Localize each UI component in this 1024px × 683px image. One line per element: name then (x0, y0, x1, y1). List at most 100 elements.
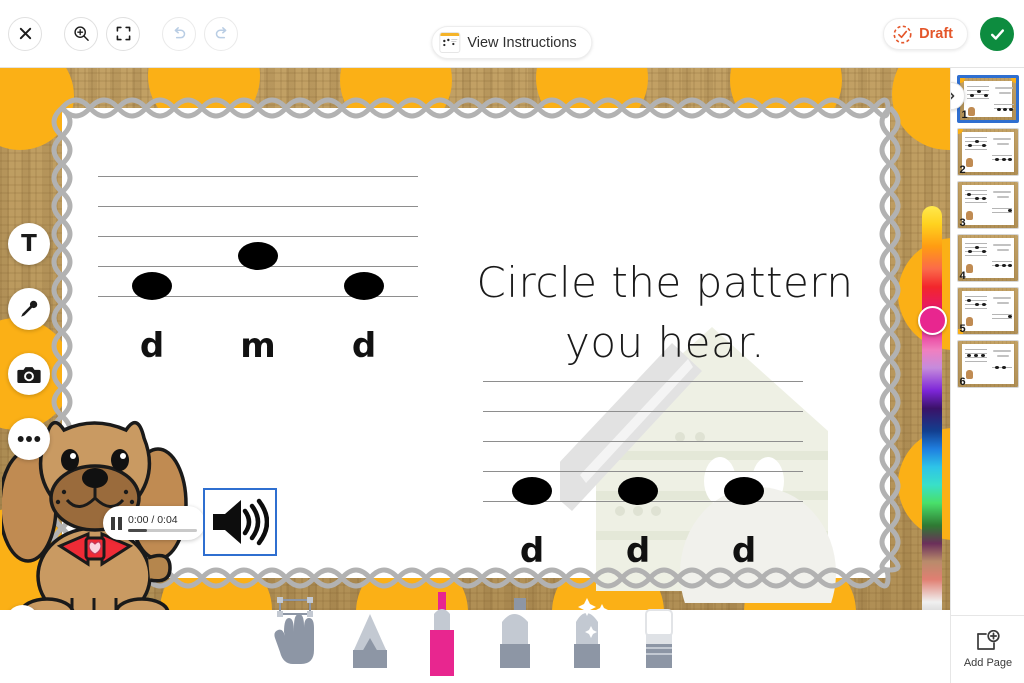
eraser-tool[interactable] (622, 609, 694, 683)
record-audio-tool-button[interactable] (8, 288, 50, 330)
thumb-dot (1010, 78, 1016, 83)
page-thumbnail-6[interactable]: 6 (956, 340, 1019, 388)
toolbar-center-group: View Instructions (431, 26, 593, 59)
glitter-pen-tool[interactable] (550, 598, 622, 683)
close-button[interactable] (8, 16, 42, 51)
text-icon: T (21, 231, 37, 257)
worksheet-canvas[interactable]: d m d Circle the pattern you hear. d d d (0, 68, 950, 610)
fit-to-screen-button[interactable] (106, 16, 140, 51)
staff-answer-option-2[interactable]: d d d (483, 381, 803, 571)
staff-line (483, 441, 803, 442)
pause-icon[interactable] (111, 516, 122, 530)
page-thumbnail-2[interactable]: 2 (956, 128, 1019, 176)
note-head (132, 272, 172, 300)
staff-line (98, 236, 418, 237)
left-tool-rail: T (8, 223, 50, 460)
staff-answer-option-1[interactable]: d m d (98, 176, 418, 366)
microphone-icon (21, 300, 38, 317)
bottom-tool-tray (0, 592, 950, 683)
audio-time-display: 0:00 / 0:04 (128, 514, 178, 526)
note-head (238, 242, 278, 270)
status-badge[interactable]: Draft (883, 18, 968, 50)
thumb-paper (961, 344, 1014, 384)
glitter-pen-icon (574, 598, 608, 668)
note-head (512, 477, 552, 505)
chevron-right-icon (951, 92, 955, 100)
thumb-paper (961, 238, 1014, 278)
zoom-in-button[interactable] (64, 16, 98, 51)
camera-icon (17, 366, 41, 383)
syllable-label: d (351, 326, 377, 366)
thumb-paper (963, 81, 1014, 117)
zoom-in-icon (73, 26, 89, 42)
syllable-label: d (139, 326, 165, 366)
top-toolbar: View Instructions Draft (0, 0, 1024, 68)
page-thumbnail-1[interactable]: 1 (956, 75, 1019, 123)
staff-line (483, 411, 803, 412)
camera-tool-button[interactable] (8, 353, 50, 395)
highlighter-icon (500, 598, 530, 668)
page-number: 3 (959, 217, 966, 229)
view-instructions-label: View Instructions (467, 34, 577, 51)
syllable-label: d (519, 531, 545, 571)
staff-line (98, 176, 418, 177)
pencil-tool[interactable] (334, 610, 406, 683)
page-number: 5 (959, 323, 966, 335)
draft-dashed-check-icon (893, 24, 912, 44)
marker-icon (430, 592, 454, 676)
note-head (344, 272, 384, 300)
status-badge-label: Draft (919, 26, 953, 42)
staff-line (483, 381, 803, 382)
submit-done-button[interactable] (980, 17, 1014, 51)
audio-speaker-button[interactable] (203, 488, 277, 556)
syllable-label: m (240, 326, 276, 366)
undo-button[interactable] (162, 16, 196, 51)
add-page-icon (977, 630, 1000, 650)
fit-to-screen-icon (116, 26, 130, 41)
view-instructions-button[interactable]: View Instructions (431, 26, 593, 59)
syllable-label: d (625, 531, 651, 571)
audio-player[interactable]: 0:00 / 0:04 (103, 506, 205, 540)
highlighter-tool[interactable] (478, 598, 550, 683)
page-number: 2 (959, 164, 966, 176)
color-picker-slider[interactable] (922, 206, 942, 610)
add-page-label: Add Page (963, 657, 1013, 669)
instructions-thumbnail-icon (439, 32, 461, 53)
more-options-button[interactable] (8, 418, 50, 460)
page-thumbnail-5[interactable]: 5 (956, 287, 1019, 335)
more-options-icon (17, 436, 41, 442)
toolbar-left-group (0, 16, 238, 51)
prompt-line-1: Circle the pattern (476, 258, 854, 307)
select-hand-icon (274, 597, 314, 664)
audio-progress-bar[interactable] (128, 529, 197, 532)
undo-icon (174, 27, 185, 39)
select-hand-tool[interactable] (262, 597, 334, 683)
thumb-paper (961, 185, 1014, 225)
worksheet-prompt: Circle the pattern you hear. (470, 253, 860, 372)
staff-line (483, 471, 803, 472)
page-thumbnail-4[interactable]: 4 (956, 234, 1019, 282)
pages-panel: 1 2 3 4 5 6 Add Page (950, 68, 1024, 683)
note-head (618, 477, 658, 505)
close-icon (19, 27, 31, 40)
prompt-line-2: you hear. (565, 317, 765, 367)
speaker-icon (213, 498, 269, 546)
pencil-icon (353, 614, 387, 668)
add-page-button[interactable]: Add Page (951, 615, 1024, 683)
thumb-paper (961, 291, 1014, 331)
text-tool-button[interactable]: T (8, 223, 50, 265)
toolbar-right-group: Draft (883, 0, 1014, 68)
app-root: View Instructions Draft d m d Circle the… (0, 0, 1024, 683)
marker-tool[interactable] (406, 592, 478, 683)
staff-line (98, 206, 418, 207)
syllable-label: d (731, 531, 757, 571)
check-icon (990, 28, 1004, 40)
page-thumbnail-3[interactable]: 3 (956, 181, 1019, 229)
note-head (724, 477, 764, 505)
selected-color-swatch[interactable] (918, 306, 947, 335)
decor-dot (892, 68, 950, 150)
redo-icon (215, 27, 226, 39)
page-number: 6 (959, 376, 966, 388)
eraser-icon (645, 609, 673, 668)
redo-button[interactable] (204, 16, 238, 51)
